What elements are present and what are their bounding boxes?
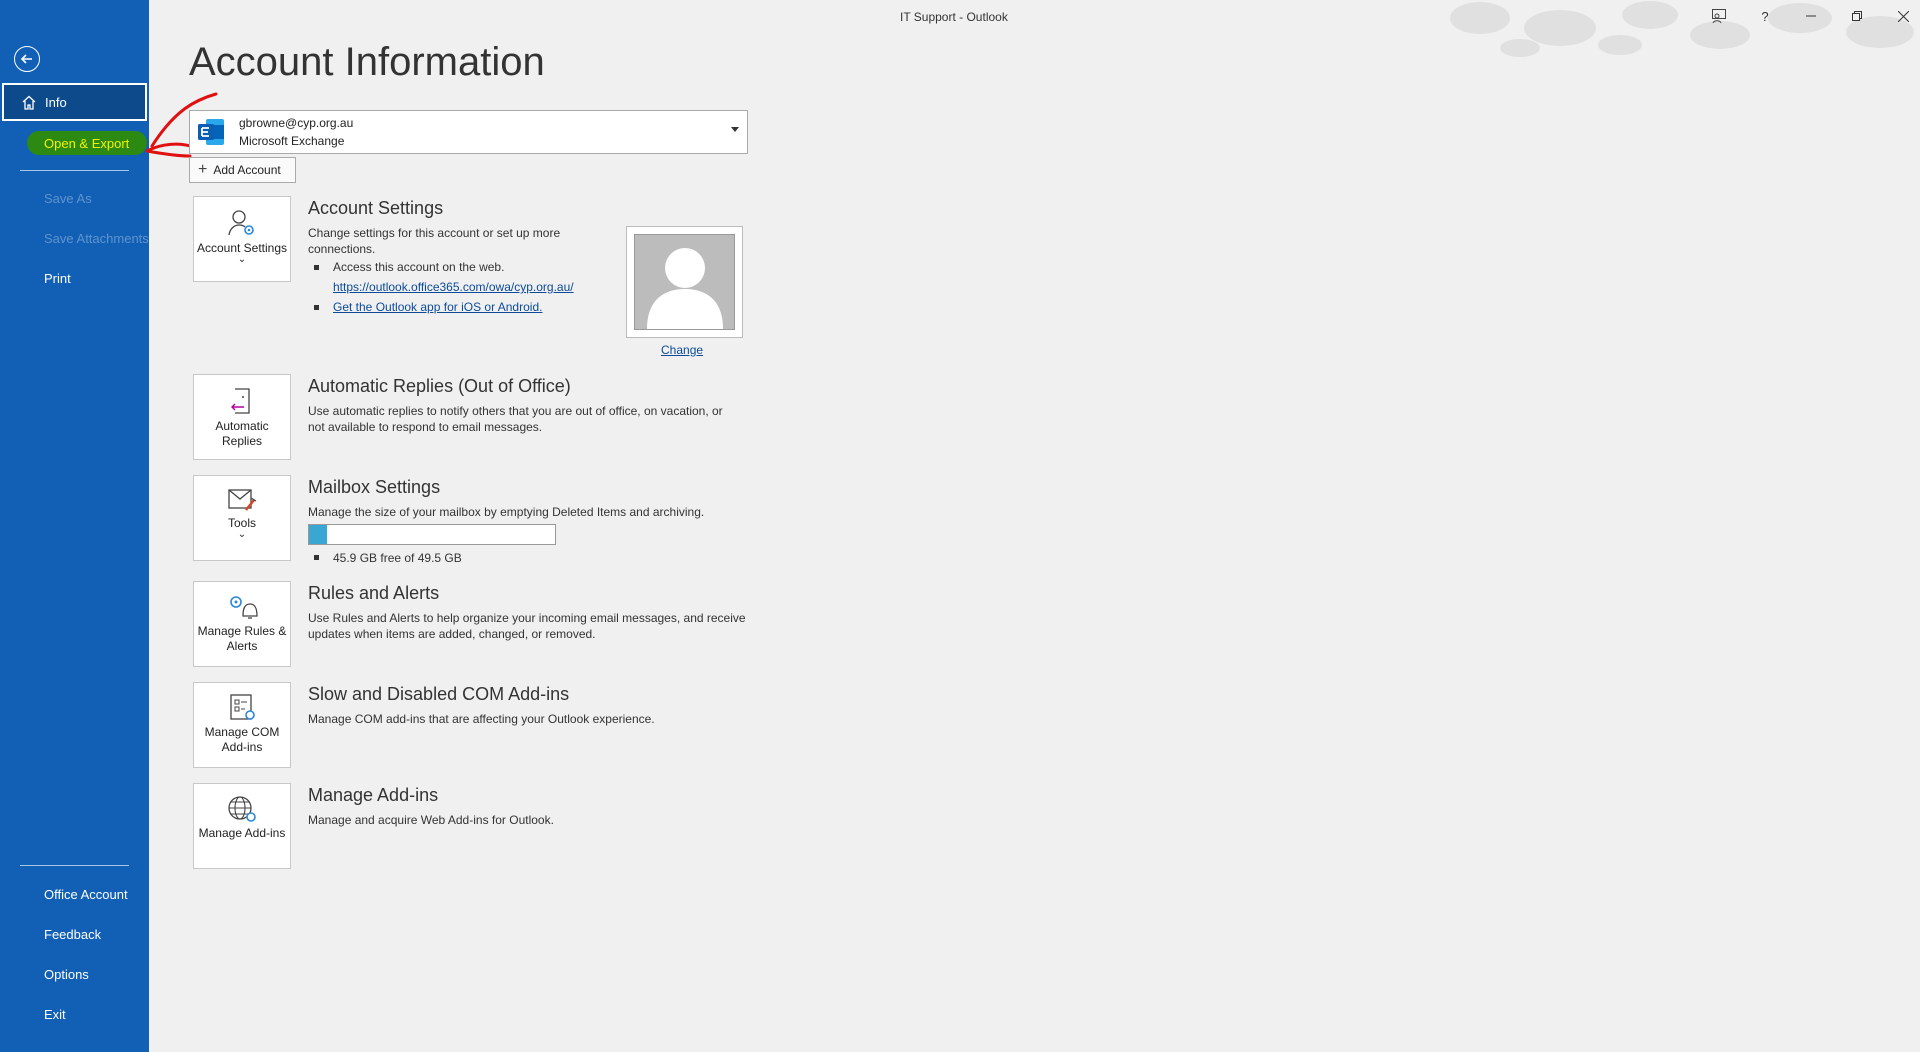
backstage-sidebar: Info Open & Export Save As Save Attachme… (0, 0, 149, 1052)
account-email: gbrowne@cyp.org.au (239, 116, 354, 130)
account-settings-icon (228, 210, 254, 236)
account-dropdown[interactable]: gbrowne@cyp.org.au Microsoft Exchange (189, 110, 748, 154)
sidebar-divider (20, 170, 129, 171)
nav-options-label: Options (44, 966, 89, 982)
help-button[interactable]: ? (1751, 4, 1779, 28)
auto-replies-desc: Use automatic replies to notify others t… (308, 404, 723, 434)
manage-com-addins-tile-label: Manage COM Add-ins (204, 725, 280, 754)
sidebar-divider (20, 865, 129, 866)
person-silhouette-icon (647, 248, 723, 329)
nav-feedback[interactable]: Feedback (0, 915, 149, 953)
window-title: IT Support - Outlook (900, 10, 1008, 24)
close-icon (1897, 10, 1909, 22)
minimize-button[interactable] (1797, 4, 1825, 28)
account-settings-tile[interactable]: Account Settings ⌄ (193, 196, 291, 282)
nav-exit[interactable]: Exit (0, 995, 149, 1033)
minimize-icon (1806, 15, 1816, 17)
nav-office-account-label: Office Account (44, 886, 128, 902)
restore-icon (1852, 11, 1862, 21)
account-settings-desc: Change settings for this account or set … (308, 226, 561, 256)
coauthor-icon (1712, 9, 1726, 24)
help-icon: ? (1761, 8, 1769, 24)
manage-rules-tile-label: Manage Rules & Alerts (197, 624, 287, 653)
page-title: Account Information (189, 40, 545, 84)
addins-title: Manage Add-ins (308, 785, 439, 805)
home-icon (22, 95, 36, 110)
nav-print-label: Print (44, 270, 71, 286)
rules-icon (230, 596, 258, 619)
addins-desc: Manage and acquire Web Add-ins for Outlo… (308, 813, 554, 827)
rules-desc: Use Rules and Alerts to help organize yo… (308, 611, 746, 641)
nav-exit-label: Exit (44, 1006, 66, 1022)
back-arrow-icon (20, 54, 32, 64)
mailbox-free-text: 45.9 GB free of 49.5 GB (333, 551, 462, 565)
bullet (314, 555, 319, 560)
plus-icon: + (198, 161, 208, 178)
nav-save-attachments: Save Attachments (0, 219, 149, 257)
com-addins-icon (230, 694, 255, 720)
nav-open-export[interactable]: Open & Export (0, 124, 149, 162)
addins-globe-icon (228, 796, 256, 822)
restore-button[interactable] (1843, 4, 1871, 28)
nav-info-label: Info (45, 94, 67, 110)
manage-rules-tile[interactable]: Manage Rules & Alerts (193, 581, 291, 667)
nav-feedback-label: Feedback (44, 926, 102, 942)
manage-addins-tile[interactable]: Manage Add-ins (193, 783, 291, 869)
chevron-down-icon (731, 127, 739, 132)
account-type: Microsoft Exchange (239, 134, 345, 148)
change-photo-link[interactable]: Change (661, 343, 703, 357)
mailbox-settings-desc: Manage the size of your mailbox by empty… (308, 505, 705, 519)
title-bar: IT Support - Outlook ? (149, 0, 1920, 57)
web-access-text: Access this account on the web. (333, 260, 505, 274)
nav-save-as-label: Save As (44, 190, 92, 206)
rules-title: Rules and Alerts (308, 583, 440, 603)
tools-tile[interactable]: Tools ⌄ (193, 475, 291, 561)
nav-open-export-label: Open & Export (44, 135, 130, 151)
manage-com-addins-tile[interactable]: Manage COM Add-ins (193, 682, 291, 768)
exchange-logo-icon (198, 119, 224, 145)
coauthor-button[interactable] (1705, 4, 1733, 28)
chevron-down-icon: ⌄ (237, 529, 247, 540)
chevron-down-icon: ⌄ (237, 254, 247, 265)
account-settings-title: Account Settings (308, 198, 444, 218)
auto-replies-icon (231, 388, 250, 414)
automatic-replies-tile[interactable]: Automatic Replies (193, 374, 291, 460)
bullet (314, 265, 319, 270)
back-button[interactable] (14, 46, 40, 72)
mailbox-usage-bar (308, 524, 556, 545)
com-addins-title: Slow and Disabled COM Add-ins (308, 684, 570, 704)
mailbox-settings-title: Mailbox Settings (308, 477, 441, 497)
com-addins-desc: Manage COM add-ins that are affecting yo… (308, 712, 655, 726)
owa-link[interactable]: https://outlook.office365.com/owa/cyp.or… (333, 280, 574, 294)
mailbox-usage-fill (309, 525, 327, 544)
nav-office-account[interactable]: Office Account (0, 875, 149, 913)
manage-addins-tile-label: Manage Add-ins (198, 826, 286, 840)
auto-replies-title: Automatic Replies (Out of Office) (308, 376, 571, 396)
tools-icon (228, 489, 257, 511)
close-button[interactable] (1889, 4, 1917, 28)
nav-save-as: Save As (0, 179, 149, 217)
profile-photo (626, 226, 743, 338)
add-account-button[interactable]: + Add Account (189, 157, 296, 183)
nav-options[interactable]: Options (0, 955, 149, 993)
outlook-app-link[interactable]: Get the Outlook app for iOS or Android. (333, 300, 542, 314)
nav-print[interactable]: Print (0, 259, 149, 297)
nav-save-attachments-label: Save Attachments (44, 230, 149, 246)
automatic-replies-tile-label: Automatic Replies (215, 419, 269, 448)
bullet (314, 305, 319, 310)
nav-info[interactable]: Info (2, 83, 147, 121)
add-account-label: Add Account (213, 163, 281, 177)
